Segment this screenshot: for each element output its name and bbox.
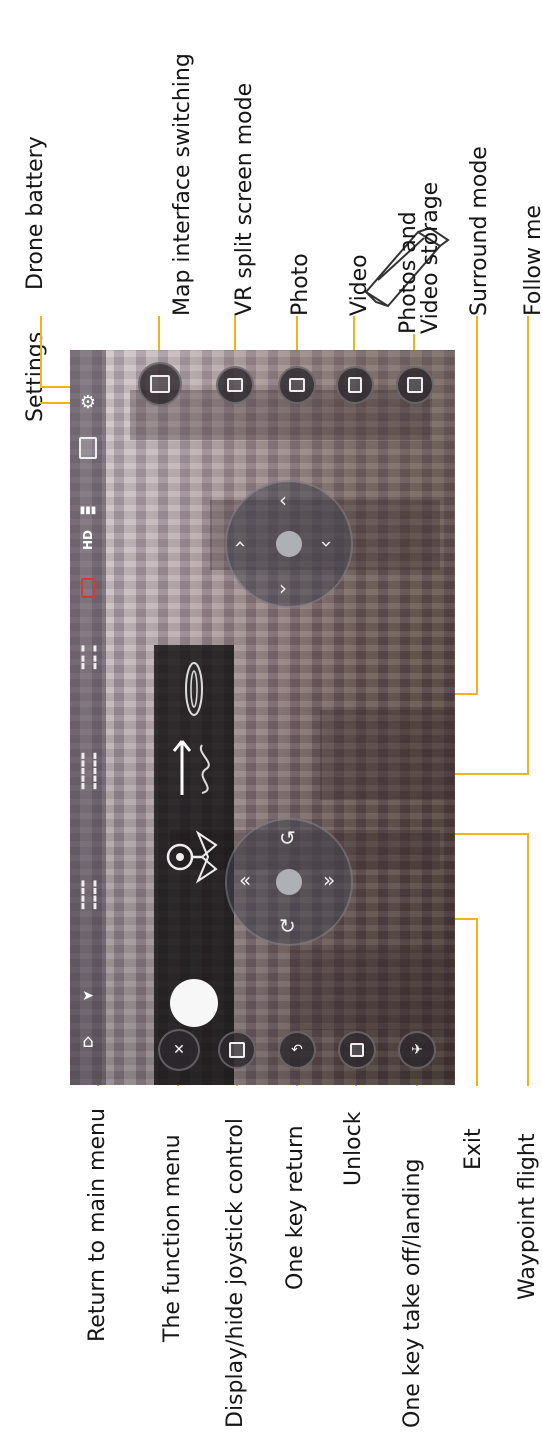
leader-drone-battery — [40, 316, 42, 388]
label-settings: Settings — [23, 331, 48, 422]
map-switch-button[interactable] — [138, 362, 182, 406]
photo-button[interactable] — [278, 366, 316, 404]
gear-icon[interactable]: ⚙ — [78, 392, 98, 413]
exit-button[interactable] — [170, 979, 218, 1027]
rotate-icon: ↺ — [279, 826, 296, 850]
label-map-switch: Map interface switching — [170, 53, 195, 316]
left-joystick[interactable]: ↺ ↻ « » — [225, 818, 353, 946]
camera-icon-body — [79, 437, 97, 459]
label-joystick: Display/hide joystick control — [223, 1118, 248, 1428]
video-camera-icon — [348, 377, 362, 393]
waypoint-icon[interactable] — [158, 817, 230, 897]
right-joystick-knob[interactable] — [276, 531, 302, 557]
camera-shutter-icon — [289, 378, 305, 392]
label-function-menu: The function menu — [160, 1134, 185, 1342]
label-storage-line1: Photos and — [396, 211, 421, 334]
storage-button[interactable] — [396, 366, 434, 404]
label-key-return: One key return — [283, 1125, 308, 1290]
joystick-toggle-button[interactable] — [218, 1031, 256, 1069]
joystick-icon — [229, 1042, 245, 1058]
battery-body — [81, 578, 95, 598]
left-joystick-knob[interactable] — [276, 869, 302, 895]
takeoff-landing-button[interactable]: ✈ — [398, 1031, 436, 1069]
label-surround: Surround mode — [467, 146, 492, 316]
leader-follow — [527, 316, 529, 774]
telemetry-5: ▬▬▬▬ — [78, 879, 87, 910]
telemetry-6: ▬▬▬▬ — [90, 879, 99, 910]
map-icon — [150, 375, 170, 393]
hd-badge: HD — [76, 528, 100, 552]
lock-icon — [350, 1043, 364, 1057]
label-waypoint: Waypoint flight — [515, 1133, 540, 1300]
function-menu-button[interactable]: ✕ — [158, 1029, 200, 1071]
label-exit: Exit — [461, 1128, 486, 1170]
home-icon[interactable]: ⌂ — [77, 1030, 99, 1052]
label-video: Video — [347, 254, 372, 316]
hd-label: HD — [80, 529, 95, 551]
rotate-icon: ↻ — [279, 914, 296, 938]
telemetry-2: ▬▬ ▬ — [90, 644, 99, 670]
follow-me-icon[interactable] — [162, 733, 226, 803]
label-photo: Photo — [288, 253, 313, 316]
chevron-left-icon: ‹ — [229, 540, 253, 548]
telemetry-4: ▬▬▬▬▬ — [90, 752, 99, 790]
function-menu-icon: ✕ — [173, 1042, 185, 1058]
label-vr: VR split screen mode — [232, 82, 257, 316]
app-screen: ⚙ ▮▮▮ HD ▬▬ ▬ ▬▬ ▬ ▬▬▬▬▬ ▬▬▬▬▬ ▬▬▬▬ ▬▬▬▬… — [70, 350, 455, 1085]
one-key-return-button[interactable]: ↶ — [278, 1031, 316, 1069]
return-icon: ↶ — [291, 1042, 303, 1058]
telemetry-3: ▬▬▬▬▬ — [78, 752, 87, 790]
label-drone-battery: Drone battery — [23, 136, 48, 290]
takeoff-icon: ✈ — [411, 1042, 423, 1058]
chevron-up-icon: ‹ — [279, 488, 287, 512]
signal-icon: ▮▮▮ — [79, 504, 97, 516]
label-follow: Follow me — [521, 205, 542, 316]
vr-mode-button[interactable] — [216, 366, 254, 404]
camera-icon[interactable] — [78, 437, 98, 459]
chevron-down-icon: › — [279, 576, 287, 600]
surround-icon[interactable] — [162, 659, 226, 719]
chevron-up-icon: « — [239, 868, 252, 892]
label-return-main: Return to main menu — [85, 1108, 110, 1342]
folder-icon — [407, 377, 423, 393]
label-unlock: Unlock — [341, 1111, 366, 1186]
function-menu-panel — [154, 645, 234, 1085]
right-joystick[interactable]: ‹ › ‹ › — [225, 480, 353, 608]
leader-surround — [476, 316, 478, 694]
label-storage-line2: Video storage — [418, 181, 443, 334]
location-arrow-icon: ➤ — [82, 988, 94, 1004]
telemetry-1: ▬▬ ▬ — [78, 644, 87, 670]
label-takeoff: One key take off/landing — [400, 1158, 425, 1428]
video-button[interactable] — [336, 366, 374, 404]
unlock-button[interactable] — [338, 1031, 376, 1069]
bg-building — [290, 950, 450, 1030]
vr-glasses-icon — [227, 378, 243, 392]
status-bar: ⚙ ▮▮▮ HD ▬▬ ▬ ▬▬ ▬ ▬▬▬▬▬ ▬▬▬▬▬ ▬▬▬▬ ▬▬▬▬… — [70, 350, 106, 1085]
battery-icon — [81, 578, 95, 598]
chevron-down-icon: » — [323, 868, 336, 892]
chevron-right-icon: › — [315, 540, 339, 548]
bg-building — [320, 710, 455, 800]
